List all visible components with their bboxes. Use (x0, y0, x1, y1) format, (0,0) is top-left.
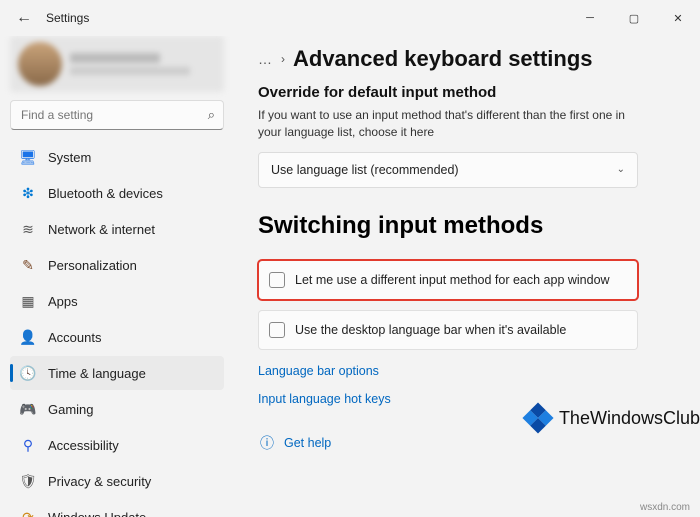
user-profile[interactable] (10, 36, 224, 92)
footer-attribution: wsxdn.com (640, 502, 690, 513)
sidebar-item-label: Network & internet (48, 222, 155, 237)
gaming-icon: 🎮 (18, 399, 38, 419)
sidebar-item-label: Windows Update (48, 510, 146, 517)
sidebar-item-windows-update[interactable]: ⟳ Windows Update (10, 500, 224, 517)
link-language-bar-options[interactable]: Language bar options (258, 364, 674, 378)
accounts-icon: 👤 (18, 327, 38, 347)
sidebar-item-time-language[interactable]: 🕓 Time & language (10, 356, 224, 390)
search-input[interactable] (19, 107, 208, 123)
sidebar-item-personalization[interactable]: ✎ Personalization (10, 248, 224, 282)
apps-icon: ▦ (18, 291, 38, 311)
page-title: Advanced keyboard settings (293, 46, 593, 72)
sidebar-item-label: Privacy & security (48, 474, 151, 489)
watermark-text: TheWindowsClub (559, 408, 700, 429)
checkbox-label: Use the desktop language bar when it's a… (295, 323, 566, 337)
sidebar-item-bluetooth-devices[interactable]: ❇ Bluetooth & devices (10, 176, 224, 210)
chevron-right-icon: › (281, 52, 285, 66)
privacy-security-icon: 🛡 (18, 471, 38, 491)
chevron-down-icon: ⌄ (617, 164, 625, 175)
sidebar-item-label: Accessibility (48, 438, 119, 453)
sidebar-item-accounts[interactable]: 👤 Accounts (10, 320, 224, 354)
breadcrumb: … › Advanced keyboard settings (258, 46, 674, 72)
section-desc: If you want to use an input method that'… (258, 107, 638, 142)
maximize-button[interactable]: ▢ (612, 0, 656, 36)
input-method-dropdown[interactable]: Use language list (recommended) ⌄ (258, 152, 638, 188)
sidebar-item-network-internet[interactable]: ≋ Network & internet (10, 212, 224, 246)
system-icon: 🖥 (18, 147, 38, 167)
sidebar-item-privacy-security[interactable]: 🛡 Privacy & security (10, 464, 224, 498)
sidebar-item-apps[interactable]: ▦ Apps (10, 284, 224, 318)
minimize-button[interactable]: ─ (568, 0, 612, 36)
accessibility-icon: ⚲ (18, 435, 38, 455)
personalization-icon: ✎ (18, 255, 38, 275)
avatar (18, 42, 62, 86)
sidebar-item-label: Time & language (48, 366, 146, 381)
sidebar-item-label: Personalization (48, 258, 137, 273)
search-box[interactable]: ⌕ (10, 100, 224, 130)
close-button[interactable]: ✕ (656, 0, 700, 36)
checkbox-per-app-input[interactable]: Let me use a different input method for … (258, 260, 638, 300)
windows-update-icon: ⟳ (18, 507, 38, 517)
section-heading-override: Override for default input method (258, 84, 674, 101)
dropdown-value: Use language list (recommended) (271, 163, 459, 177)
link-get-help[interactable]: Get help (284, 436, 331, 450)
checkbox-label: Let me use a different input method for … (295, 273, 610, 287)
time-language-icon: 🕓 (18, 363, 38, 383)
sidebar-item-gaming[interactable]: 🎮 Gaming (10, 392, 224, 426)
sidebar-item-label: Apps (48, 294, 78, 309)
section-heading-switching: Switching input methods (258, 212, 674, 240)
breadcrumb-ellipsis[interactable]: … (258, 51, 273, 67)
search-icon: ⌕ (208, 107, 215, 123)
sidebar-item-accessibility[interactable]: ⚲ Accessibility (10, 428, 224, 462)
network-internet-icon: ≋ (18, 219, 38, 239)
window-title: Settings (46, 11, 89, 25)
sidebar-item-label: Gaming (48, 402, 94, 417)
sidebar-item-system[interactable]: 🖥 System (10, 140, 224, 174)
bluetooth-devices-icon: ❇ (18, 183, 38, 203)
back-button[interactable]: ← (12, 9, 36, 27)
watermark: TheWindowsClub (527, 407, 700, 429)
checkbox-icon (269, 322, 285, 338)
link-input-hot-keys[interactable]: Input language hot keys (258, 392, 674, 406)
help-icon: ⓘ (258, 434, 276, 452)
sidebar-item-label: Accounts (48, 330, 101, 345)
watermark-logo-icon (522, 402, 553, 433)
checkbox-icon (269, 272, 285, 288)
sidebar-item-label: System (48, 150, 91, 165)
checkbox-desktop-lang-bar[interactable]: Use the desktop language bar when it's a… (258, 310, 638, 350)
sidebar-item-label: Bluetooth & devices (48, 186, 163, 201)
